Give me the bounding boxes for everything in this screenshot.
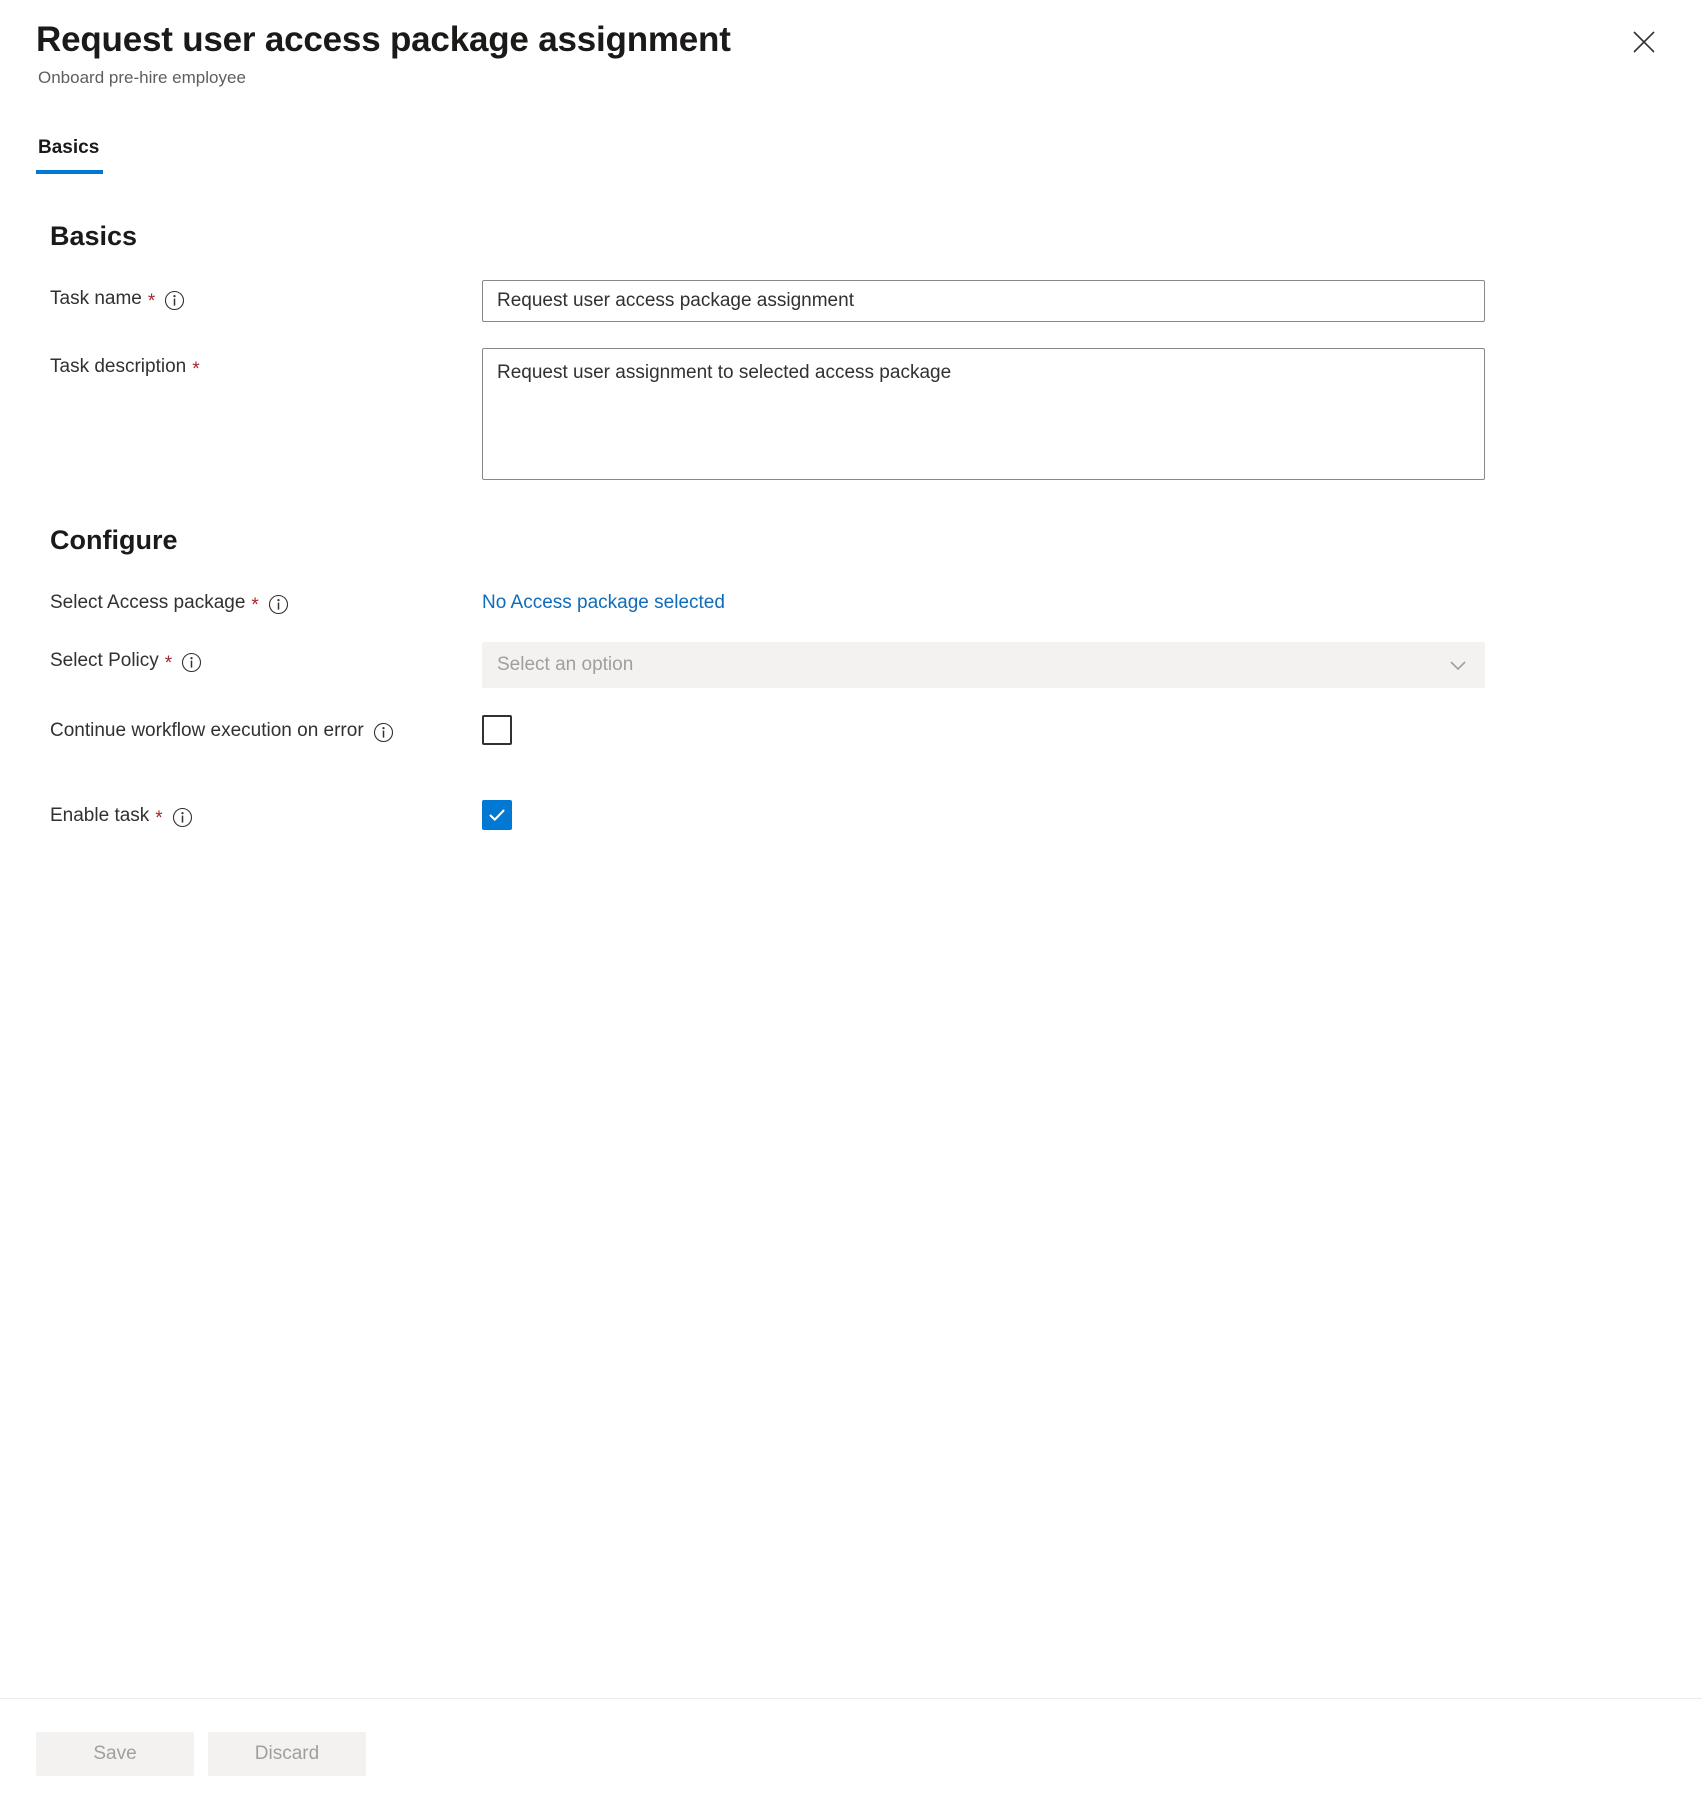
select-policy-dropdown[interactable]: Select an option (482, 642, 1485, 688)
required-indicator: * (155, 809, 162, 828)
info-icon[interactable] (268, 594, 289, 615)
section-heading-basics: Basics (50, 218, 1666, 254)
blade-footer: Save Discard (0, 1698, 1702, 1808)
title-row: Request user access package assignment O… (36, 18, 1666, 90)
info-icon[interactable] (172, 807, 193, 828)
field-row-select-policy: Select Policy * Select an option (36, 642, 1666, 688)
info-icon[interactable] (373, 722, 394, 743)
field-select-policy: Select an option (482, 642, 1666, 688)
required-indicator: * (148, 292, 155, 311)
field-enable-task (482, 799, 1666, 830)
section-configure: Configure Select Access package * No Acc… (36, 480, 1666, 830)
label-continue-on-error: Continue workflow execution on error (36, 714, 482, 744)
task-description-textarea[interactable]: Request user assignment to selected acce… (482, 348, 1485, 480)
task-name-input[interactable] (482, 280, 1485, 322)
tab-list: Basics (36, 136, 103, 174)
field-task-name (482, 280, 1666, 322)
label-continue-on-error-text: Continue workflow execution on error (50, 718, 364, 744)
label-select-access-package: Select Access package * (36, 584, 482, 616)
field-row-task-description: Task description * Request user assignme… (36, 348, 1666, 480)
required-indicator: * (192, 360, 199, 379)
section-basics: Basics Task name * Task de (36, 206, 1666, 480)
blade-header: Request user access package assignment O… (0, 0, 1702, 90)
label-enable-task: Enable task * (36, 799, 482, 829)
label-task-description: Task description * (36, 348, 482, 380)
field-row-continue-on-error: Continue workflow execution on error (36, 714, 1666, 745)
field-row-select-access-package: Select Access package * No Access packag… (36, 584, 1666, 616)
field-row-task-name: Task name * (36, 280, 1666, 322)
blade-content: Basics Task name * Task de (0, 206, 1702, 830)
field-select-access-package: No Access package selected (482, 584, 1666, 616)
continue-on-error-checkbox[interactable] (482, 715, 512, 745)
label-select-access-package-text: Select Access package (50, 590, 245, 616)
label-task-description-text: Task description (50, 354, 186, 380)
label-select-policy-text: Select Policy (50, 648, 159, 674)
label-select-policy: Select Policy * (36, 642, 482, 674)
checkmark-icon (487, 805, 507, 825)
label-enable-task-text: Enable task (50, 803, 149, 829)
info-icon[interactable] (164, 290, 185, 311)
field-task-description: Request user assignment to selected acce… (482, 348, 1666, 480)
save-button[interactable]: Save (36, 1732, 194, 1776)
title-block: Request user access package assignment O… (36, 18, 731, 90)
required-indicator: * (251, 596, 258, 615)
required-indicator: * (165, 654, 172, 673)
page-subtitle: Onboard pre-hire employee (38, 66, 731, 90)
field-row-enable-task: Enable task * (36, 799, 1666, 830)
info-icon[interactable] (181, 652, 202, 673)
page-title: Request user access package assignment (36, 18, 731, 62)
label-task-name-text: Task name (50, 286, 142, 312)
tab-basics[interactable]: Basics (36, 136, 103, 174)
chevron-down-icon (1446, 653, 1470, 677)
discard-button[interactable]: Discard (208, 1732, 366, 1776)
no-access-package-selected-link[interactable]: No Access package selected (482, 584, 725, 616)
close-icon (1631, 29, 1657, 55)
enable-task-checkbox[interactable] (482, 800, 512, 830)
section-heading-configure: Configure (50, 522, 1666, 558)
label-task-name: Task name * (36, 280, 482, 312)
field-continue-on-error (482, 714, 1666, 745)
close-button[interactable] (1622, 20, 1666, 64)
select-policy-placeholder: Select an option (497, 652, 633, 678)
